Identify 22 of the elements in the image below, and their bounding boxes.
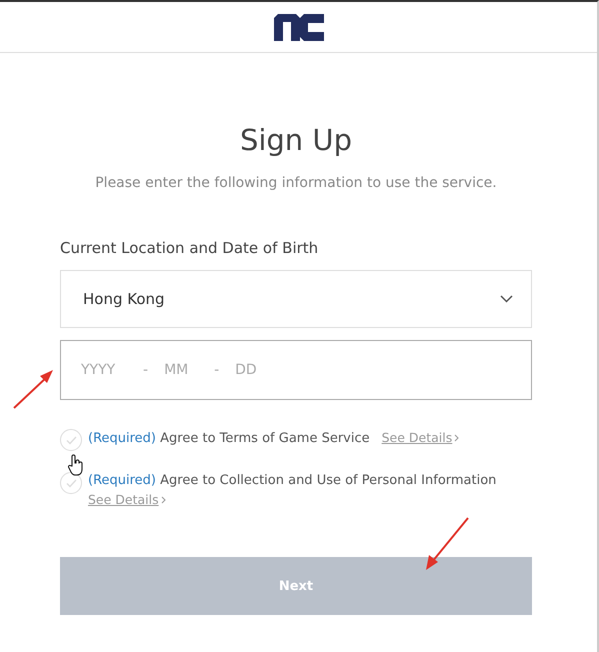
agree-checkbox[interactable] <box>60 429 82 451</box>
agree-checkbox[interactable] <box>60 472 82 494</box>
section-label: Current Location and Date of Birth <box>60 239 320 257</box>
checkmark-icon <box>66 478 76 488</box>
subtitle: Please enter the following information to use the service. <box>94 175 498 191</box>
date-separator: - <box>214 362 220 378</box>
logo-icon <box>274 14 324 40</box>
checkmark-icon <box>66 436 76 444</box>
chevron-right-icon <box>454 434 460 442</box>
chevron-right-icon <box>160 496 166 504</box>
pointer-hand-icon <box>67 454 85 476</box>
annotation-arrow <box>12 368 54 410</box>
location-select[interactable]: Hong Kong <box>60 270 532 328</box>
chevron-down-icon <box>500 295 513 303</box>
agreement-text: (Required) Agree to Terms of Game Service <box>88 431 370 446</box>
date-separator: - <box>143 362 148 378</box>
page-title: Sign Up <box>238 123 354 157</box>
see-details-link[interactable]: See Details <box>88 492 166 507</box>
birth-date-field[interactable]: YYYY - MM - DD <box>60 340 532 400</box>
annotation-arrow <box>424 516 470 572</box>
agreement-text: (Required) Agree to Collection and Use of Personal Information <box>88 473 496 488</box>
see-details-link[interactable]: See Details <box>382 430 460 445</box>
